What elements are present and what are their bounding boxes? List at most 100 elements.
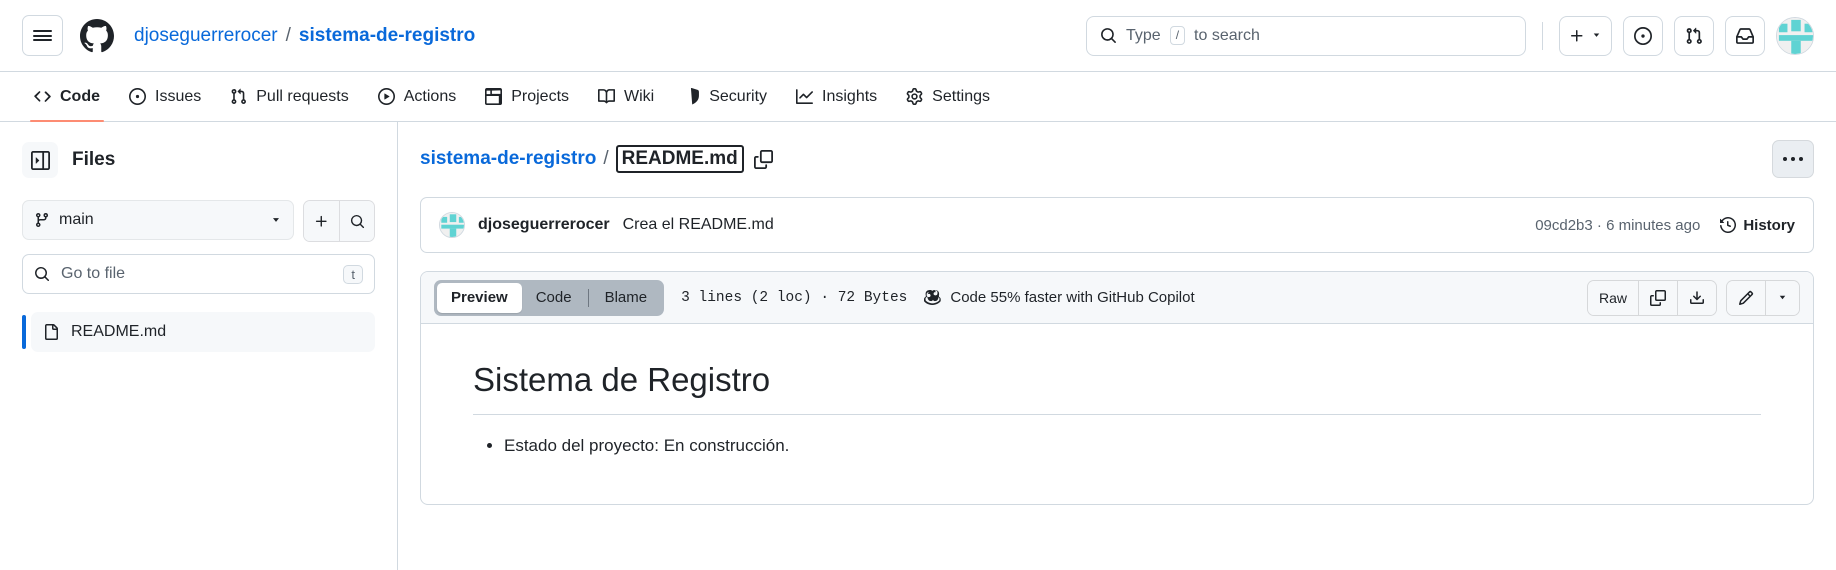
commit-message[interactable]: Crea el README.md: [623, 216, 774, 234]
breadcrumb-repo[interactable]: sistema-de-registro: [299, 25, 475, 47]
tab-actions[interactable]: Actions: [366, 72, 468, 121]
kebab-dot: [1799, 157, 1803, 161]
history-label: History: [1743, 216, 1795, 234]
notifications-button[interactable]: [1725, 15, 1765, 56]
file-tree-item-label: README.md: [71, 323, 167, 340]
hamburger-icon: [33, 28, 52, 44]
avatar[interactable]: [1776, 16, 1814, 55]
copy-raw-button[interactable]: [1638, 280, 1677, 315]
view-code-tab[interactable]: Code: [522, 283, 586, 313]
go-to-file-input[interactable]: Go to file t: [22, 254, 375, 294]
pull-requests-button[interactable]: [1674, 15, 1714, 56]
breadcrumb-filename[interactable]: README.md: [615, 145, 744, 173]
breadcrumb-separator: /: [285, 24, 291, 46]
header-divider: [1542, 21, 1543, 50]
graph-icon: [796, 89, 814, 104]
tab-code-label: Code: [60, 87, 100, 105]
commit-sha-and-time[interactable]: 09cd2b3 · 6 minutes ago: [1535, 217, 1700, 234]
book-icon: [598, 89, 616, 104]
tab-settings[interactable]: Settings: [894, 72, 1002, 121]
plus-icon: [1571, 29, 1583, 41]
edit-file-button[interactable]: [1727, 280, 1765, 315]
header-actions: Type / to search: [1086, 15, 1814, 56]
git-pull-request-icon: [1686, 27, 1702, 44]
search-icon: [35, 267, 50, 282]
breadcrumb: sistema-de-registro / README.md: [420, 145, 744, 173]
raw-button[interactable]: Raw: [1587, 280, 1638, 315]
search-placeholder-suffix: to search: [1194, 26, 1260, 44]
copy-path-button[interactable]: [753, 149, 773, 169]
chevron-down-icon: [1593, 33, 1600, 37]
download-button[interactable]: [1677, 280, 1716, 315]
kebab-dot: [1791, 157, 1795, 161]
table-icon: [485, 88, 503, 105]
tab-wiki[interactable]: Wiki: [586, 72, 666, 121]
plus-icon: [315, 215, 327, 227]
issues-button[interactable]: [1623, 15, 1663, 56]
edit-group: [1726, 279, 1800, 316]
hamburger-menu-button[interactable]: [22, 15, 63, 56]
history-link[interactable]: History: [1720, 217, 1795, 234]
tab-insights[interactable]: Insights: [784, 72, 889, 121]
copy-icon: [1650, 289, 1666, 306]
commit-author-name[interactable]: djoseguerrerocer: [478, 216, 610, 234]
repo-nav: Code Issues Pull requests Actions Projec…: [0, 72, 1836, 122]
collapse-sidebar-button[interactable]: [22, 142, 58, 178]
commit-meta-group: 09cd2b3 · 6 minutes ago History: [1535, 217, 1795, 234]
breadcrumb-repo-link[interactable]: sistema-de-registro: [420, 148, 596, 170]
go-to-file-placeholder: Go to file: [61, 265, 126, 282]
download-icon: [1690, 290, 1704, 304]
search-icon: [1101, 28, 1116, 43]
git-branch-icon: [35, 213, 48, 228]
tab-pull-requests[interactable]: Pull requests: [218, 72, 361, 121]
main-content: sistema-de-registro / README.md djosegue…: [398, 122, 1836, 570]
github-logo-icon[interactable]: [80, 18, 114, 53]
more-options-button[interactable]: [1772, 140, 1814, 178]
avatar-identicon-icon: [1777, 17, 1813, 54]
go-to-file-shortcut: t: [343, 264, 363, 284]
latest-commit-bar: djoseguerrerocer Crea el README.md 09cd2…: [420, 197, 1814, 253]
commit-author-avatar[interactable]: [439, 212, 465, 238]
issue-opened-icon: [129, 88, 146, 105]
create-new-button[interactable]: [1559, 15, 1612, 56]
readme-heading: Sistema de Registro: [473, 359, 1761, 415]
copilot-promo-link[interactable]: Code 55% faster with GitHub Copilot: [924, 289, 1195, 306]
search-files-button[interactable]: [339, 201, 374, 241]
inbox-icon: [1736, 27, 1754, 44]
copilot-icon: [924, 289, 942, 305]
add-file-button[interactable]: [304, 201, 339, 241]
sidebar-collapse-icon: [30, 150, 50, 170]
tab-actions-label: Actions: [403, 87, 457, 105]
tab-security-label: Security: [709, 87, 768, 105]
file-tree-sidebar: Files main Go to file t README.md: [0, 122, 398, 570]
search-input[interactable]: Type / to search: [1086, 15, 1526, 56]
breadcrumb-owner[interactable]: djoseguerrerocer: [134, 25, 278, 47]
file-tree-item-readme[interactable]: README.md: [22, 312, 375, 352]
breadcrumb-slash: /: [603, 148, 609, 169]
play-icon: [377, 88, 395, 105]
file-stats: 3 lines (2 loc) · 72 Bytes: [681, 289, 908, 306]
edit-options-button[interactable]: [1765, 280, 1799, 315]
tab-projects[interactable]: Projects: [473, 72, 581, 121]
sidebar-actions: [303, 200, 375, 242]
page-body: Files main Go to file t README.md sistem…: [0, 122, 1836, 570]
view-switch-divider: [587, 288, 589, 307]
issue-opened-icon: [1634, 26, 1652, 45]
tab-security[interactable]: Security: [671, 72, 779, 121]
tab-code[interactable]: Code: [22, 72, 112, 122]
sidebar-header: Files: [22, 142, 375, 178]
readme-rendered-content: Sistema de Registro Estado del proyecto:…: [421, 324, 1813, 504]
avatar-identicon-icon: [440, 213, 464, 237]
view-preview-tab[interactable]: Preview: [437, 282, 522, 313]
kebab-dot: [1783, 157, 1787, 161]
gear-icon: [906, 88, 923, 105]
header-breadcrumb: djoseguerrerocer / sistema-de-registro: [134, 25, 475, 47]
branch-selector[interactable]: main: [22, 200, 294, 240]
tab-wiki-label: Wiki: [624, 87, 655, 105]
tab-issues[interactable]: Issues: [117, 72, 213, 121]
tab-insights-label: Insights: [822, 87, 878, 105]
file-icon: [45, 324, 58, 340]
chevron-down-icon: [1779, 295, 1786, 300]
file-viewer: Preview Code Blame 3 lines (2 loc) · 72 …: [420, 271, 1814, 505]
view-blame-tab[interactable]: Blame: [591, 283, 662, 313]
